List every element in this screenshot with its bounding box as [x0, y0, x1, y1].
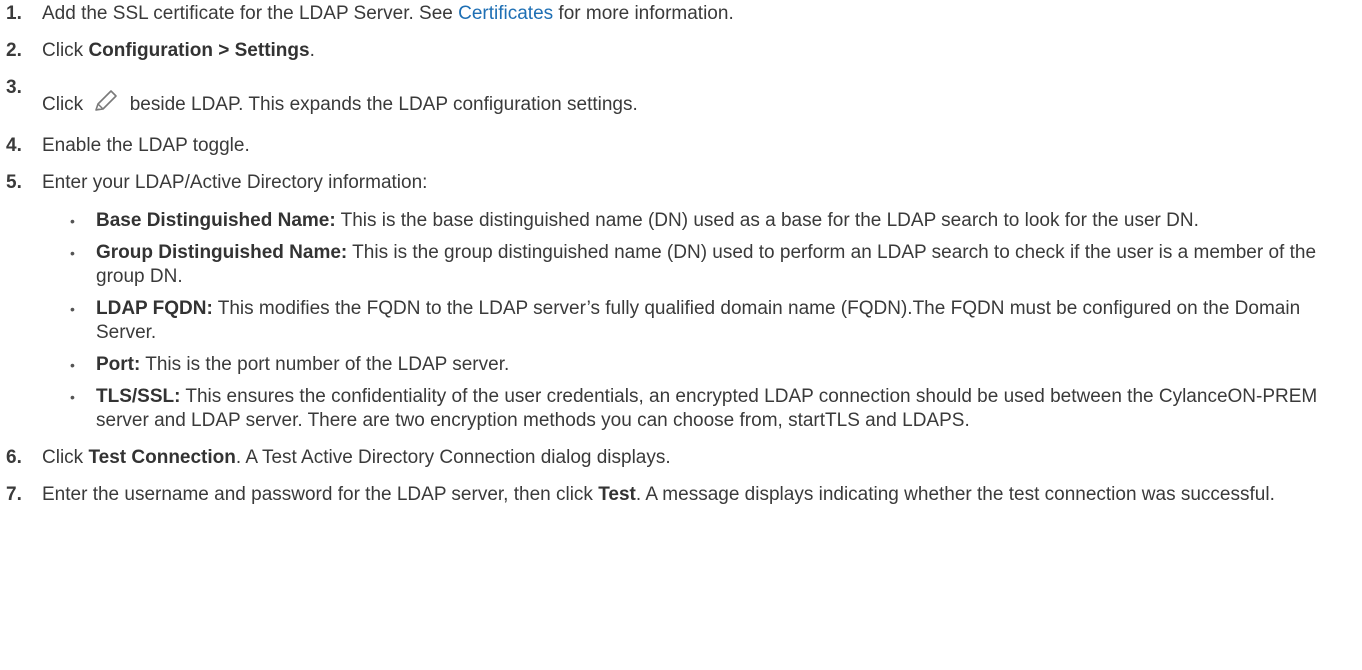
list-item: Group Distinguished Name: This is the gr… — [70, 241, 1362, 289]
field-description: This is the base distinguished name (DN)… — [335, 210, 1199, 231]
step-7: 7. Enter the username and password for t… — [0, 483, 1362, 507]
step-number: 4. — [6, 135, 22, 156]
procedure-steps: 1. Add the SSL certificate for the LDAP … — [0, 0, 1362, 507]
step-text: Add the SSL certificate for the LDAP Ser… — [42, 3, 459, 24]
step-text: . A message displays indicating whether … — [635, 484, 1275, 505]
step-4: 4. Enable the LDAP toggle. — [0, 134, 1362, 158]
step-text: Click — [42, 94, 89, 115]
step-1: 1. Add the SSL certificate for the LDAP … — [0, 2, 1362, 26]
step-text: Enter the username and password for the … — [42, 484, 599, 505]
list-item: LDAP FQDN: This modifies the FQDN to the… — [70, 297, 1362, 345]
step-6: 6. Click Test Connection. A Test Active … — [0, 446, 1362, 470]
step-text: Enter your LDAP/Active Directory informa… — [42, 172, 428, 193]
step-text: for more information. — [553, 3, 734, 24]
step-number: 5. — [6, 172, 22, 193]
field-term: TLS/SSL: — [96, 386, 181, 407]
step-text: . — [309, 40, 315, 61]
field-description: This modifies the FQDN to the LDAP serve… — [96, 298, 1301, 343]
step-2: 2. Click Configuration > Settings. — [0, 39, 1362, 63]
list-item: Base Distinguished Name: This is the bas… — [70, 209, 1362, 233]
step-text: . A Test Active Directory Connection dia… — [235, 447, 671, 468]
menu-path: Configuration > Settings — [88, 40, 310, 61]
button-name: Test Connection — [88, 447, 236, 468]
step-number: 6. — [6, 447, 22, 468]
field-description: This ensures the confidentiality of the … — [96, 386, 1318, 431]
step-5: 5. Enter your LDAP/Active Directory info… — [0, 171, 1362, 433]
certificates-link[interactable]: Certificates — [458, 3, 553, 24]
field-term: Group Distinguished Name: — [96, 242, 348, 263]
list-item: Port: This is the port number of the LDA… — [70, 353, 1362, 377]
step-text: Click — [42, 40, 89, 61]
field-term: Base Distinguished Name: — [96, 210, 336, 231]
step-text: Click — [42, 447, 89, 468]
step-text: beside LDAP. This expands the LDAP confi… — [124, 94, 638, 115]
pencil-edit-icon — [92, 88, 120, 121]
step-number: 2. — [6, 40, 22, 61]
step-number: 3. — [6, 77, 22, 98]
field-description: This is the port number of the LDAP serv… — [140, 354, 510, 375]
button-name: Test — [598, 484, 636, 505]
ldap-fields-list: Base Distinguished Name: This is the bas… — [42, 209, 1362, 433]
list-item: TLS/SSL: This ensures the confidentialit… — [70, 385, 1362, 433]
field-term: LDAP FQDN: — [96, 298, 213, 319]
step-number: 1. — [6, 3, 22, 24]
step-3: 3. Click beside LDAP. This expands the L… — [0, 76, 1362, 121]
step-number: 7. — [6, 484, 22, 505]
step-text: Enable the LDAP toggle. — [42, 135, 250, 156]
field-term: Port: — [96, 354, 141, 375]
